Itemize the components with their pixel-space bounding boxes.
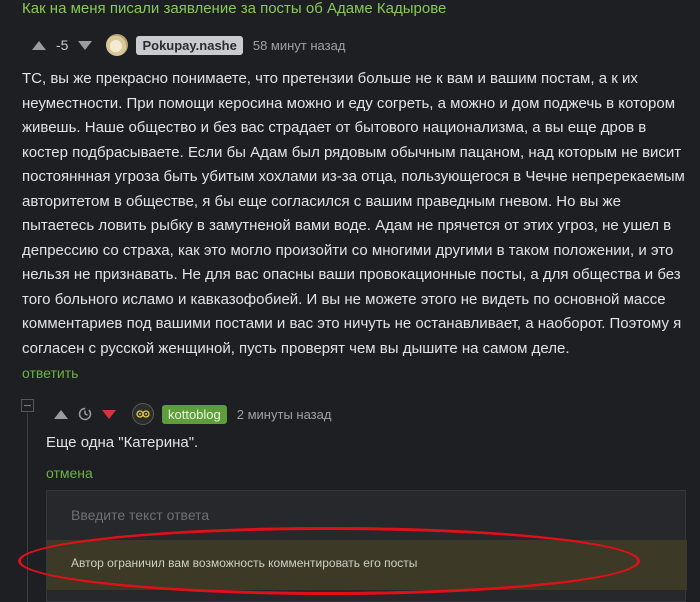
comment-body: ТС, вы же прекрасно понимаете, что прете… (22, 70, 685, 357)
reply-form: Введите текст ответа Автор ограничил вам… (46, 490, 687, 602)
upvote-arrow-icon[interactable] (54, 409, 68, 419)
reply-input[interactable]: Введите текст ответа (71, 507, 209, 523)
downvote-arrow-icon[interactable] (102, 409, 116, 419)
comment-score: -5 (56, 37, 69, 53)
comment1-header: -5 Pokupay.nashe 58 минут назад (22, 34, 345, 56)
reply-button[interactable]: ответить (22, 365, 78, 381)
collapse-thread-button[interactable] (21, 399, 34, 412)
comment-time[interactable]: 58 минут назад (253, 38, 346, 53)
downvote-arrow-icon[interactable] (78, 40, 93, 50)
restriction-text: Автор ограничил вам возможность комменти… (71, 556, 418, 570)
clock-icon (78, 407, 92, 421)
cancel-button[interactable]: отмена (46, 465, 93, 481)
comment-body: Еще одна "Катерина". (46, 434, 199, 451)
comment2-header: kottoblog 2 минуты назад (46, 403, 331, 425)
avatar[interactable] (106, 34, 129, 56)
avatar[interactable] (132, 403, 154, 425)
restriction-notice: Автор ограничил вам возможность комменти… (47, 540, 687, 590)
thread-line[interactable] (27, 413, 28, 602)
upvote-arrow-icon[interactable] (32, 40, 46, 50)
comment-username[interactable]: kottoblog (162, 404, 227, 424)
comment-time[interactable]: 2 минуты назад (237, 407, 332, 422)
avatar-icon (136, 410, 150, 418)
post-title[interactable]: Как на меня писали заявление за посты об… (22, 0, 446, 17)
comment-username[interactable]: Pokupay.nashe (136, 35, 243, 55)
